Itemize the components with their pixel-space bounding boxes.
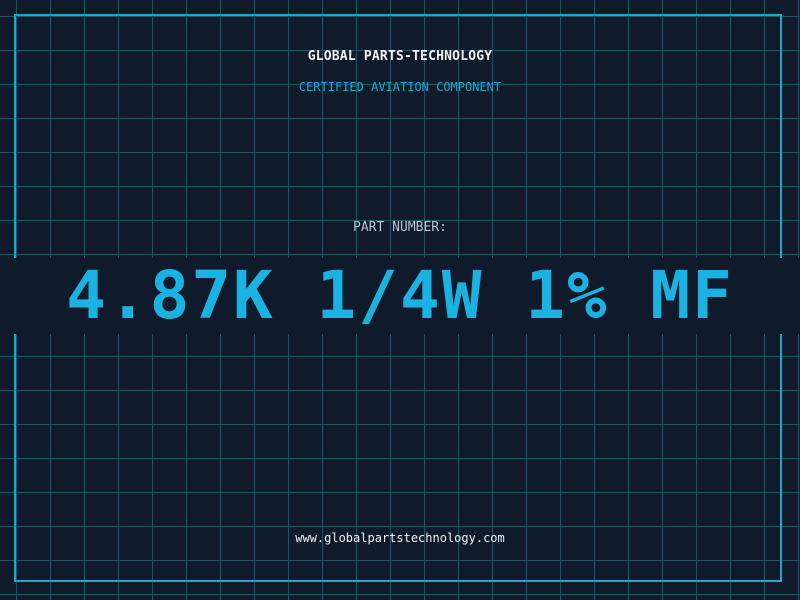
part-number-value: 4.87K 1/4W 1% MF (66, 257, 734, 334)
certificate-card: GLOBAL PARTS-TECHNOLOGY CERTIFIED AVIATI… (0, 0, 800, 600)
certification-subtitle: CERTIFIED AVIATION COMPONENT (298, 80, 502, 94)
part-number-label: PART NUMBER: (353, 220, 447, 235)
company-name: GLOBAL PARTS-TECHNOLOGY (307, 49, 493, 64)
website-url: www.globalpartstechnology.com (295, 531, 505, 545)
